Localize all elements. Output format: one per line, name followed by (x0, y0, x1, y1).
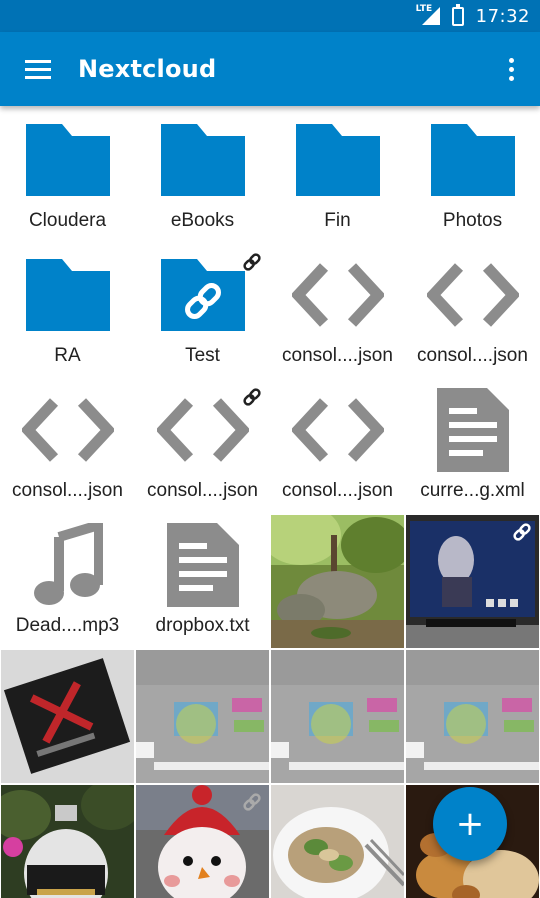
file-name: Photos (442, 210, 503, 231)
code-file-icon (291, 263, 384, 327)
shared-link-icon (241, 386, 263, 412)
grid-item-shared-folder[interactable]: Test (136, 245, 269, 378)
status-time: 17:32 (475, 5, 530, 27)
folder-icon (295, 124, 380, 196)
music-file-icon (33, 523, 103, 605)
overflow-menu-icon[interactable] (486, 41, 536, 97)
app-title: Nextcloud (78, 55, 217, 83)
status-bar: LTE 17:32 (0, 0, 540, 32)
grid-item-file[interactable]: curre...g.xml (406, 380, 539, 513)
file-name: consol....json (282, 480, 393, 501)
grid-item-image[interactable] (271, 785, 404, 898)
ornament-photo-thumbnail (1, 785, 134, 898)
link-folder-icon (160, 259, 245, 331)
shared-link-icon (241, 791, 263, 813)
grid-item-file[interactable]: consol....json (271, 380, 404, 513)
forest-photo-thumbnail (271, 515, 404, 648)
grid-item-folder[interactable]: eBooks (136, 110, 269, 243)
code-file-icon (156, 398, 249, 462)
document-file-icon (166, 523, 239, 607)
folder-icon (25, 259, 110, 331)
file-name: Fin (324, 210, 351, 231)
file-name: consol....json (147, 480, 258, 501)
shared-link-icon (241, 251, 263, 277)
grid-item-image[interactable] (271, 515, 404, 648)
file-name: eBooks (170, 210, 235, 231)
code-file-icon (21, 398, 114, 462)
file-name: consol....json (12, 480, 123, 501)
add-fab-button[interactable]: + (433, 787, 507, 861)
folder-icon (25, 124, 110, 196)
file-name: consol....json (282, 345, 393, 366)
grid-item-file[interactable]: consol....json (406, 245, 539, 378)
folder-icon (430, 124, 515, 196)
grid-item-image[interactable] (406, 515, 539, 648)
grid-item-image[interactable] (1, 785, 134, 898)
file-name: Test (185, 345, 220, 366)
grid-item-image[interactable] (136, 785, 269, 898)
file-name: consol....json (417, 345, 528, 366)
lte-signal-icon: LTE (416, 4, 442, 26)
grid-item-image[interactable] (136, 650, 269, 783)
book-photo-thumbnail (1, 650, 134, 783)
code-file-icon (426, 263, 519, 327)
grid-item-folder[interactable]: Fin (271, 110, 404, 243)
grid-item-file[interactable]: Dead....mp3 (1, 515, 134, 648)
grid-item-file[interactable]: consol....json (136, 380, 269, 513)
createjs-photo-thumbnail (136, 650, 269, 783)
code-file-icon (291, 398, 384, 462)
file-grid: Cloudera eBooks Fin Photos RA Test conso… (0, 110, 540, 898)
grid-item-file[interactable]: consol....json (271, 245, 404, 378)
createjs-photo-thumbnail (406, 650, 539, 783)
hamburger-menu-icon[interactable] (10, 41, 66, 97)
file-name: dropbox.txt (155, 615, 250, 636)
grid-item-folder[interactable]: Photos (406, 110, 539, 243)
grid-item-image[interactable] (1, 650, 134, 783)
grid-item-file[interactable]: dropbox.txt (136, 515, 269, 648)
grid-item-folder[interactable]: RA (1, 245, 134, 378)
grid-item-image[interactable] (271, 650, 404, 783)
shared-link-icon (511, 521, 533, 543)
grid-item-image[interactable] (406, 650, 539, 783)
folder-icon (160, 124, 245, 196)
file-name: RA (54, 345, 81, 366)
grid-item-file[interactable]: consol....json (1, 380, 134, 513)
plus-icon: + (455, 804, 485, 844)
file-name: curre...g.xml (420, 480, 525, 501)
document-file-icon (436, 388, 509, 472)
app-bar: Nextcloud (0, 32, 540, 106)
file-name: Cloudera (28, 210, 107, 231)
file-name: Dead....mp3 (15, 615, 120, 636)
grid-item-folder[interactable]: Cloudera (1, 110, 134, 243)
battery-charging-icon (451, 3, 464, 26)
createjs-photo-thumbnail (271, 650, 404, 783)
salad-photo-thumbnail (271, 785, 404, 898)
